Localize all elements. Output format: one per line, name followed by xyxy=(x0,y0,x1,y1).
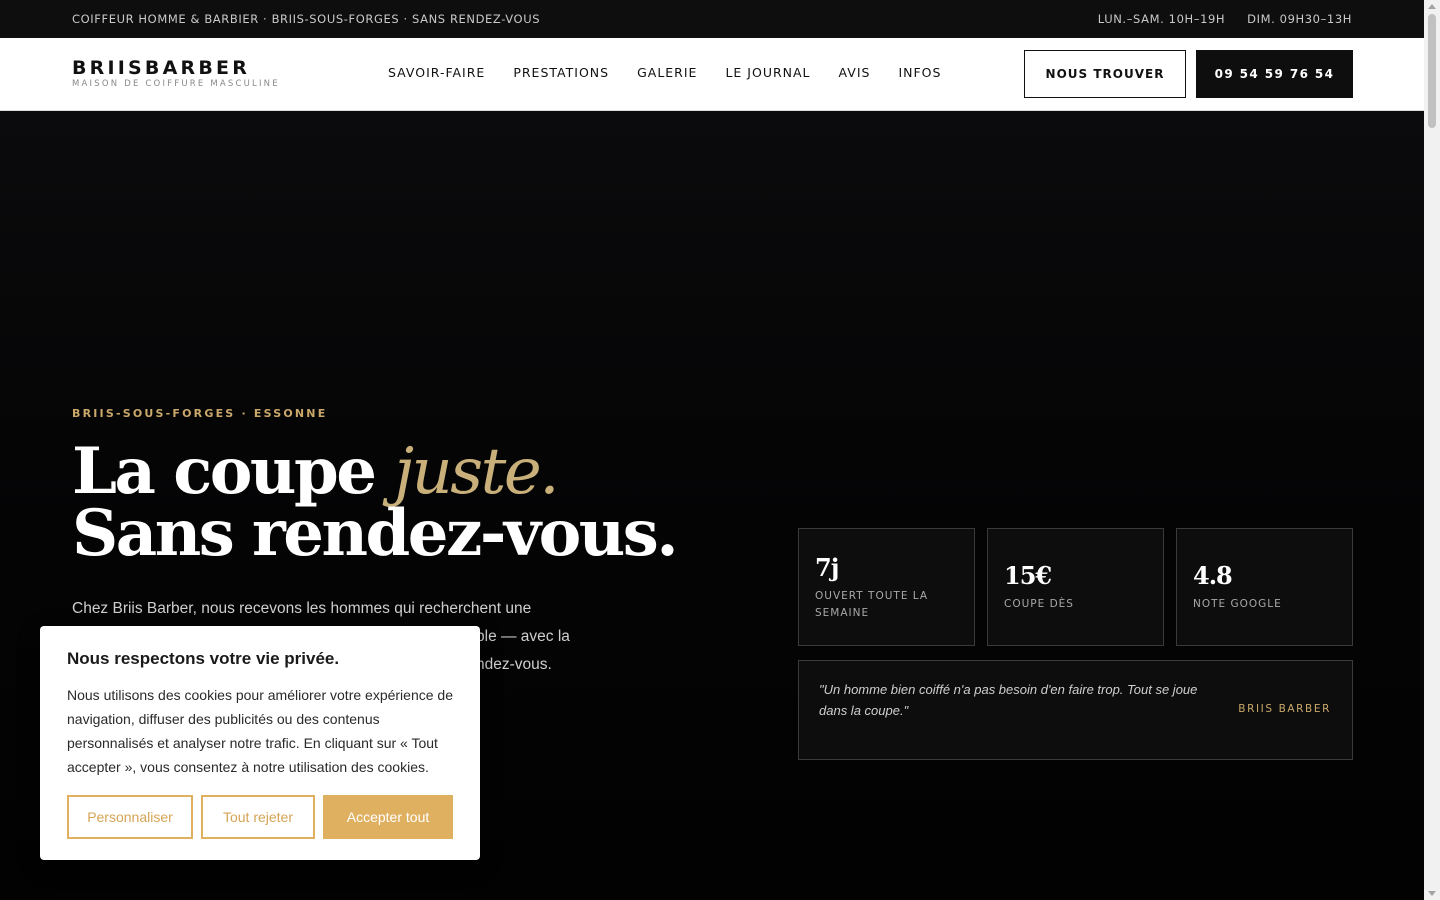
quote-author: BRIIS BARBER xyxy=(1238,703,1331,715)
page-scrollbar[interactable] xyxy=(1424,0,1440,900)
nav-infos[interactable]: INFOS xyxy=(898,65,941,80)
stat-value: 7j xyxy=(815,553,839,582)
scroll-up-arrow-icon[interactable] xyxy=(1428,4,1436,9)
scroll-down-arrow-icon[interactable] xyxy=(1428,891,1436,896)
opening-hours: LUN.–SAM. 10H–19H DIM. 09H30–13H xyxy=(1098,12,1352,26)
cookie-text: Nous utilisons des cookies pour améliore… xyxy=(67,687,453,775)
reject-all-button[interactable]: Tout rejeter xyxy=(201,795,315,839)
stat-card-price: 15€ COUPE DÈS xyxy=(987,528,1164,646)
phone-button[interactable]: 09 54 59 76 54 xyxy=(1196,50,1353,98)
nav-galerie[interactable]: GALERIE xyxy=(637,65,697,80)
quote-text: "Un homme bien coiffé n'a pas besoin d'e… xyxy=(819,682,1198,718)
headline-line2: Sans rendez-vous. xyxy=(72,496,679,571)
hero-eyebrow: BRIIS-SOUS-FORGES · ESSONNE xyxy=(72,407,328,420)
stat-label: OUVERT TOUTE LA SEMAINE xyxy=(815,590,929,619)
stat-value: 4.8 xyxy=(1193,561,1233,590)
nav-journal[interactable]: LE JOURNAL xyxy=(725,65,810,80)
logo-title: BRIISBARBER xyxy=(72,57,251,79)
find-us-button[interactable]: NOUS TROUVER xyxy=(1024,50,1186,98)
nav-avis[interactable]: AVIS xyxy=(839,65,871,80)
logo[interactable]: BRIISBARBER MAISON DE COIFFURE MASCULINE xyxy=(72,58,280,89)
hero-headline: La coupe juste. Sans rendez-vous. xyxy=(72,440,679,566)
site-header: BRIISBARBER MAISON DE COIFFURE MASCULINE… xyxy=(0,38,1424,111)
nav-savoir-faire[interactable]: SAVOIR-FAIRE xyxy=(388,65,485,80)
quote-card: "Un homme bien coiffé n'a pas besoin d'e… xyxy=(798,660,1353,760)
stat-label: COUPE DÈS xyxy=(1004,598,1074,610)
stat-card-days: 7j OUVERT TOUTE LA SEMAINE xyxy=(798,528,975,646)
hours-sunday: DIM. 09H30–13H xyxy=(1247,12,1352,26)
cookie-consent-dialog: Nous respectons votre vie privée. Nous u… xyxy=(40,626,480,860)
hours-weekdays: LUN.–SAM. 10H–19H xyxy=(1097,12,1226,26)
intro-line-1: Chez Briis Barber, nous recevons les hom… xyxy=(72,600,532,617)
nav-prestations[interactable]: PRESTATIONS xyxy=(513,65,609,80)
stat-label: NOTE GOOGLE xyxy=(1193,598,1282,610)
accept-all-button[interactable]: Accepter tout xyxy=(323,795,453,839)
stat-card-rating: 4.8 NOTE GOOGLE xyxy=(1176,528,1353,646)
scrollbar-thumb[interactable] xyxy=(1428,14,1436,128)
main-nav: SAVOIR-FAIRE PRESTATIONS GALERIE LE JOUR… xyxy=(388,65,941,80)
stats-row: 7j OUVERT TOUTE LA SEMAINE 15€ COUPE DÈS… xyxy=(798,528,1353,646)
stat-value: 15€ xyxy=(1004,561,1052,590)
customize-button[interactable]: Personnaliser xyxy=(67,795,193,839)
topbar-tagline: COIFFEUR HOMME & BARBIER · BRIIS-SOUS-FO… xyxy=(72,12,541,26)
top-info-bar: COIFFEUR HOMME & BARBIER · BRIIS-SOUS-FO… xyxy=(0,0,1424,38)
logo-subtitle: MAISON DE COIFFURE MASCULINE xyxy=(72,79,280,89)
cookie-title: Nous respectons votre vie privée. xyxy=(67,649,340,668)
